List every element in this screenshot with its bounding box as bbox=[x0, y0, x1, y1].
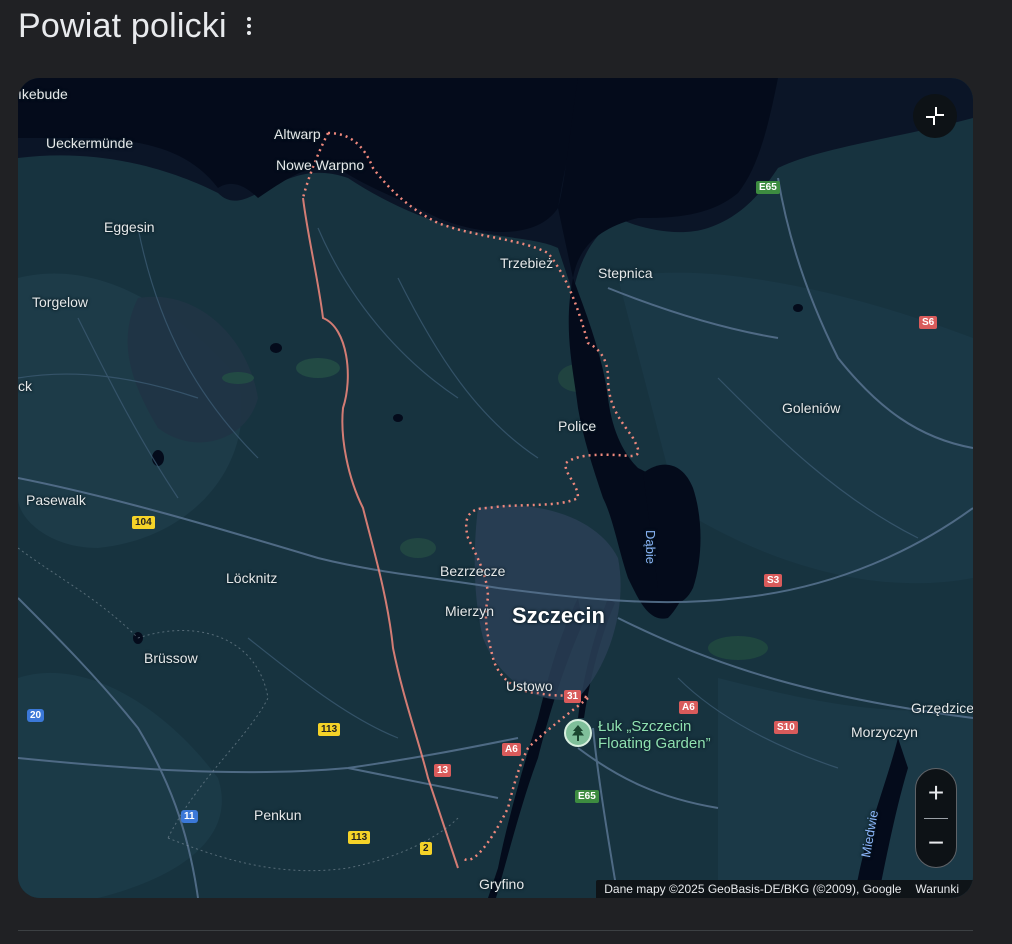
map-label-brussow: Brüssow bbox=[144, 650, 198, 666]
road-shield-2: 2 bbox=[420, 842, 432, 855]
zoom-in-button[interactable]: + bbox=[915, 769, 957, 818]
map-label-morzyczyn: Morzyczyn bbox=[851, 724, 918, 740]
map-label-nowe-warpno: Nowe Warpno bbox=[276, 157, 365, 173]
bottom-divider bbox=[18, 930, 973, 931]
road-shield-s10: S10 bbox=[774, 721, 798, 734]
map-attribution: Dane mapy ©2025 GeoBasis-DE/BKG (©2009),… bbox=[596, 880, 973, 898]
map-label-bezrzecze: Bezrzecze bbox=[440, 563, 506, 579]
map-label-ustowo: Ustowo bbox=[506, 678, 553, 694]
map-label-stepnica: Stepnica bbox=[598, 265, 653, 281]
road-shield-13: 13 bbox=[434, 764, 452, 777]
map-label-eggesin: Eggesin bbox=[104, 219, 155, 235]
map-label-gryfino: Gryfino bbox=[479, 876, 525, 892]
zoom-control: + − bbox=[915, 768, 957, 868]
road-shield-113-bottom: 113 bbox=[348, 831, 371, 844]
page-title: Powiat policki bbox=[18, 6, 227, 45]
road-shield-a6-left: A6 bbox=[502, 743, 521, 756]
tree-icon bbox=[572, 725, 584, 741]
road-shield-a6-right: A6 bbox=[679, 701, 698, 714]
road-shield-20: 20 bbox=[27, 709, 45, 722]
map-label-trzebiez: Trzebież bbox=[500, 255, 554, 271]
map-label-penkun: Penkun bbox=[254, 807, 302, 823]
road-shield-113-top: 113 bbox=[318, 723, 341, 736]
zoom-out-button[interactable]: − bbox=[915, 818, 957, 867]
road-shield-s6: S6 bbox=[919, 316, 938, 329]
attribution-text: Dane mapy ©2025 GeoBasis-DE/BKG (©2009),… bbox=[604, 882, 902, 896]
map-card[interactable]: ıkebude Ueckermünde Altwarp Nowe Warpno … bbox=[18, 78, 973, 898]
map-label-dabie: Dąbie bbox=[643, 530, 658, 564]
road-shield-e65-top: E65 bbox=[756, 181, 780, 194]
map-label-ukkebude: ıkebude bbox=[18, 86, 68, 102]
road-shield-104: 104 bbox=[132, 516, 155, 529]
map-label-pasewalk: Pasewalk bbox=[26, 492, 86, 508]
map-label-goleniow: Goleniów bbox=[782, 400, 841, 416]
map-label-torgelow: Torgelow bbox=[32, 294, 89, 310]
map-canvas[interactable] bbox=[18, 78, 973, 898]
more-options-icon[interactable] bbox=[239, 12, 259, 40]
page-header: Powiat policki bbox=[18, 4, 259, 48]
map-label-police: Police bbox=[558, 418, 597, 434]
map-label-altwarp: Altwarp bbox=[274, 126, 321, 142]
road-shield-31: 31 bbox=[564, 690, 582, 703]
road-shield-11: 11 bbox=[181, 810, 198, 823]
road-shield-s3: S3 bbox=[764, 574, 783, 587]
terms-link[interactable]: Warunki bbox=[915, 882, 959, 896]
map-label-szczecin: Szczecin bbox=[512, 603, 605, 628]
map-label-grzedzice: Grzędzice bbox=[911, 700, 973, 716]
poi-label[interactable]: Łuk „Szczecin Floating Garden” bbox=[598, 718, 711, 752]
exit-fullscreen-button[interactable] bbox=[913, 94, 957, 138]
map-label-ueckermunde: Ueckermünde bbox=[46, 135, 134, 151]
map-label-ck: ck bbox=[18, 378, 32, 394]
map-label-mierzyn: Mierzyn bbox=[445, 603, 495, 619]
road-shield-e65-bottom: E65 bbox=[575, 790, 599, 803]
exit-fullscreen-icon bbox=[926, 107, 944, 125]
poi-pin[interactable] bbox=[564, 719, 592, 747]
map-label-locknitz: Löcknitz bbox=[226, 570, 278, 586]
